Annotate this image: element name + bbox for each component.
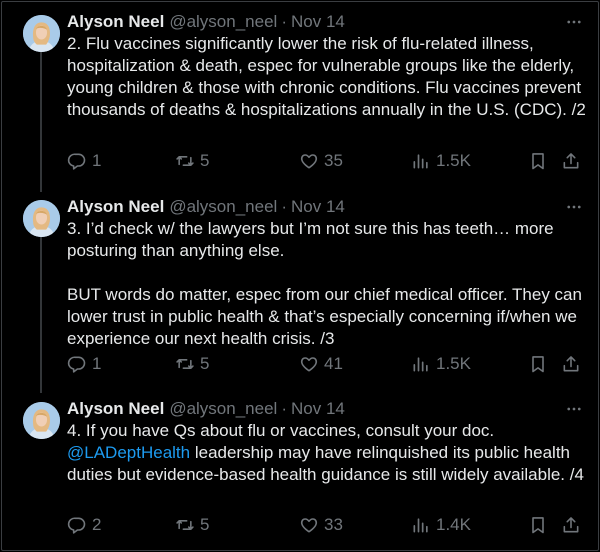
reply-icon	[67, 151, 87, 171]
repost-count: 5	[200, 515, 210, 534]
tweet-header: Alyson Neel @alyson_neel · Nov 14	[67, 398, 345, 420]
mention-link[interactable]: @LADeptHealth	[67, 443, 190, 462]
bookmark-icon	[528, 354, 548, 374]
reply-button[interactable]: 2	[67, 513, 101, 537]
bookmark-icon	[528, 151, 548, 171]
share-button[interactable]	[561, 352, 581, 376]
reply-button[interactable]: 1	[67, 149, 101, 173]
avatar[interactable]	[23, 200, 60, 237]
author-name[interactable]: Alyson Neel	[67, 399, 164, 418]
reply-count: 2	[92, 515, 102, 534]
views-count: 1.5K	[436, 151, 471, 170]
views-chart-icon	[411, 515, 431, 535]
bookmark-button[interactable]	[528, 513, 548, 537]
repost-icon	[175, 515, 195, 535]
reply-count: 1	[92, 151, 102, 170]
author-handle[interactable]: @alyson_neel	[169, 12, 277, 31]
thread-line	[40, 235, 42, 393]
like-count: 33	[324, 515, 343, 534]
share-icon	[561, 354, 581, 374]
repost-icon	[175, 151, 195, 171]
bookmark-icon	[528, 515, 548, 535]
like-count: 35	[324, 151, 343, 170]
avatar[interactable]	[23, 15, 60, 52]
share-button[interactable]	[561, 149, 581, 173]
views-button[interactable]: 1.5K	[411, 352, 471, 376]
more-horizontal-icon[interactable]	[565, 400, 583, 418]
repost-button[interactable]: 5	[175, 149, 209, 173]
tweet-text: 4. If you have Qs about flu or vaccines,…	[67, 420, 587, 486]
more-horizontal-icon[interactable]	[565, 198, 583, 216]
post-date[interactable]: Nov 14	[291, 12, 345, 31]
repost-count: 5	[200, 354, 210, 373]
like-button[interactable]: 33	[299, 513, 343, 537]
action-bar: 1 5 35 1.5K	[67, 149, 587, 173]
separator-dot: ·	[281, 399, 287, 418]
heart-icon	[299, 515, 319, 535]
tweet-text: 2. Flu vaccines significantly lower the …	[67, 34, 586, 119]
heart-icon	[299, 151, 319, 171]
tweet-header: Alyson Neel @alyson_neel · Nov 14	[67, 11, 345, 33]
post-date[interactable]: Nov 14	[291, 197, 345, 216]
like-button[interactable]: 41	[299, 352, 343, 376]
share-button[interactable]	[561, 513, 581, 537]
avatar[interactable]	[23, 402, 60, 439]
tweet-text: 3. I’d check w/ the lawyers but I’m not …	[67, 219, 582, 348]
repost-count: 5	[200, 151, 210, 170]
separator-dot: ·	[281, 12, 287, 31]
share-icon	[561, 151, 581, 171]
reply-button[interactable]: 1	[67, 352, 101, 376]
reply-icon	[67, 515, 87, 535]
like-button[interactable]: 35	[299, 149, 343, 173]
views-button[interactable]: 1.4K	[411, 513, 471, 537]
tweet-header: Alyson Neel @alyson_neel · Nov 14	[67, 196, 345, 218]
reply-icon	[67, 354, 87, 374]
views-button[interactable]: 1.5K	[411, 149, 471, 173]
bookmark-button[interactable]	[528, 149, 548, 173]
reply-count: 1	[92, 354, 102, 373]
author-handle[interactable]: @alyson_neel	[169, 197, 277, 216]
views-count: 1.4K	[436, 515, 471, 534]
author-name[interactable]: Alyson Neel	[67, 197, 164, 216]
more-horizontal-icon[interactable]	[565, 13, 583, 31]
thread-line	[40, 50, 42, 192]
views-chart-icon	[411, 354, 431, 374]
views-chart-icon	[411, 151, 431, 171]
share-icon	[561, 515, 581, 535]
author-handle[interactable]: @alyson_neel	[169, 399, 277, 418]
like-count: 41	[324, 354, 343, 373]
post-date[interactable]: Nov 14	[291, 399, 345, 418]
separator-dot: ·	[281, 197, 287, 216]
repost-button[interactable]: 5	[175, 352, 209, 376]
repost-icon	[175, 354, 195, 374]
bookmark-button[interactable]	[528, 352, 548, 376]
tweet-text-part: 4. If you have Qs about flu or vaccines,…	[67, 421, 499, 440]
action-bar: 2 5 33 1.4K	[67, 513, 587, 537]
views-count: 1.5K	[436, 354, 471, 373]
action-bar: 1 5 41 1.5K	[67, 352, 587, 376]
heart-icon	[299, 354, 319, 374]
author-name[interactable]: Alyson Neel	[67, 12, 164, 31]
repost-button[interactable]: 5	[175, 513, 209, 537]
